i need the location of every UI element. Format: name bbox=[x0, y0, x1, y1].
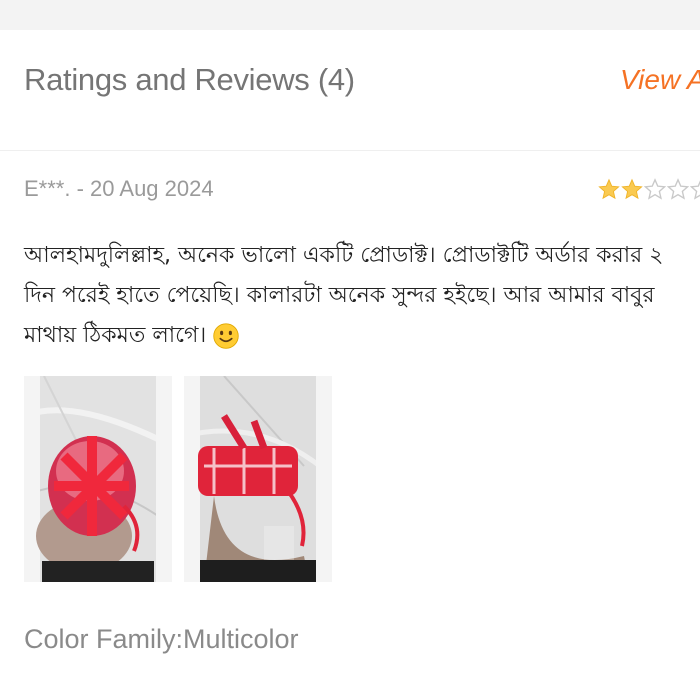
section-title: Ratings and Reviews (4) bbox=[24, 62, 355, 97]
top-separator bbox=[0, 0, 700, 30]
star-empty-icon bbox=[690, 180, 700, 200]
review-text-line: দিন পরেই হাতে পেয়েছি। কালারটা অনেক সুন্… bbox=[24, 283, 655, 308]
review-text-line: মাথায় ঠিকমত লাগে। bbox=[24, 323, 207, 348]
star-filled-icon bbox=[621, 178, 643, 200]
sku-info: Color Family:Multicolor bbox=[24, 624, 299, 654]
reviewer-name-date: E***. - 20 Aug 2024 bbox=[24, 176, 214, 201]
rating-stars bbox=[598, 178, 700, 200]
review-text-line-last: মাথায় ঠিকমত লাগে। bbox=[24, 316, 696, 356]
review-photo-1[interactable] bbox=[24, 376, 172, 582]
star-empty-icon bbox=[667, 178, 689, 200]
slightly-smiling-face-icon bbox=[213, 323, 239, 349]
view-all-link[interactable]: View All bbox=[620, 64, 700, 96]
review-text: আলহামদুলিল্লাহ, অনেক ভালো একটি প্রোডাক্ট… bbox=[24, 236, 696, 356]
divider bbox=[0, 150, 700, 151]
review-photo-2[interactable] bbox=[184, 376, 332, 582]
star-filled-icon bbox=[598, 178, 620, 200]
reviews-panel: Ratings and Reviews (4) View All E***. -… bbox=[0, 0, 700, 700]
review-text-line: আলহামদুলিল্লাহ, অনেক ভালো একটি প্রোডাক্ট… bbox=[24, 243, 664, 268]
star-empty-icon bbox=[644, 178, 666, 200]
